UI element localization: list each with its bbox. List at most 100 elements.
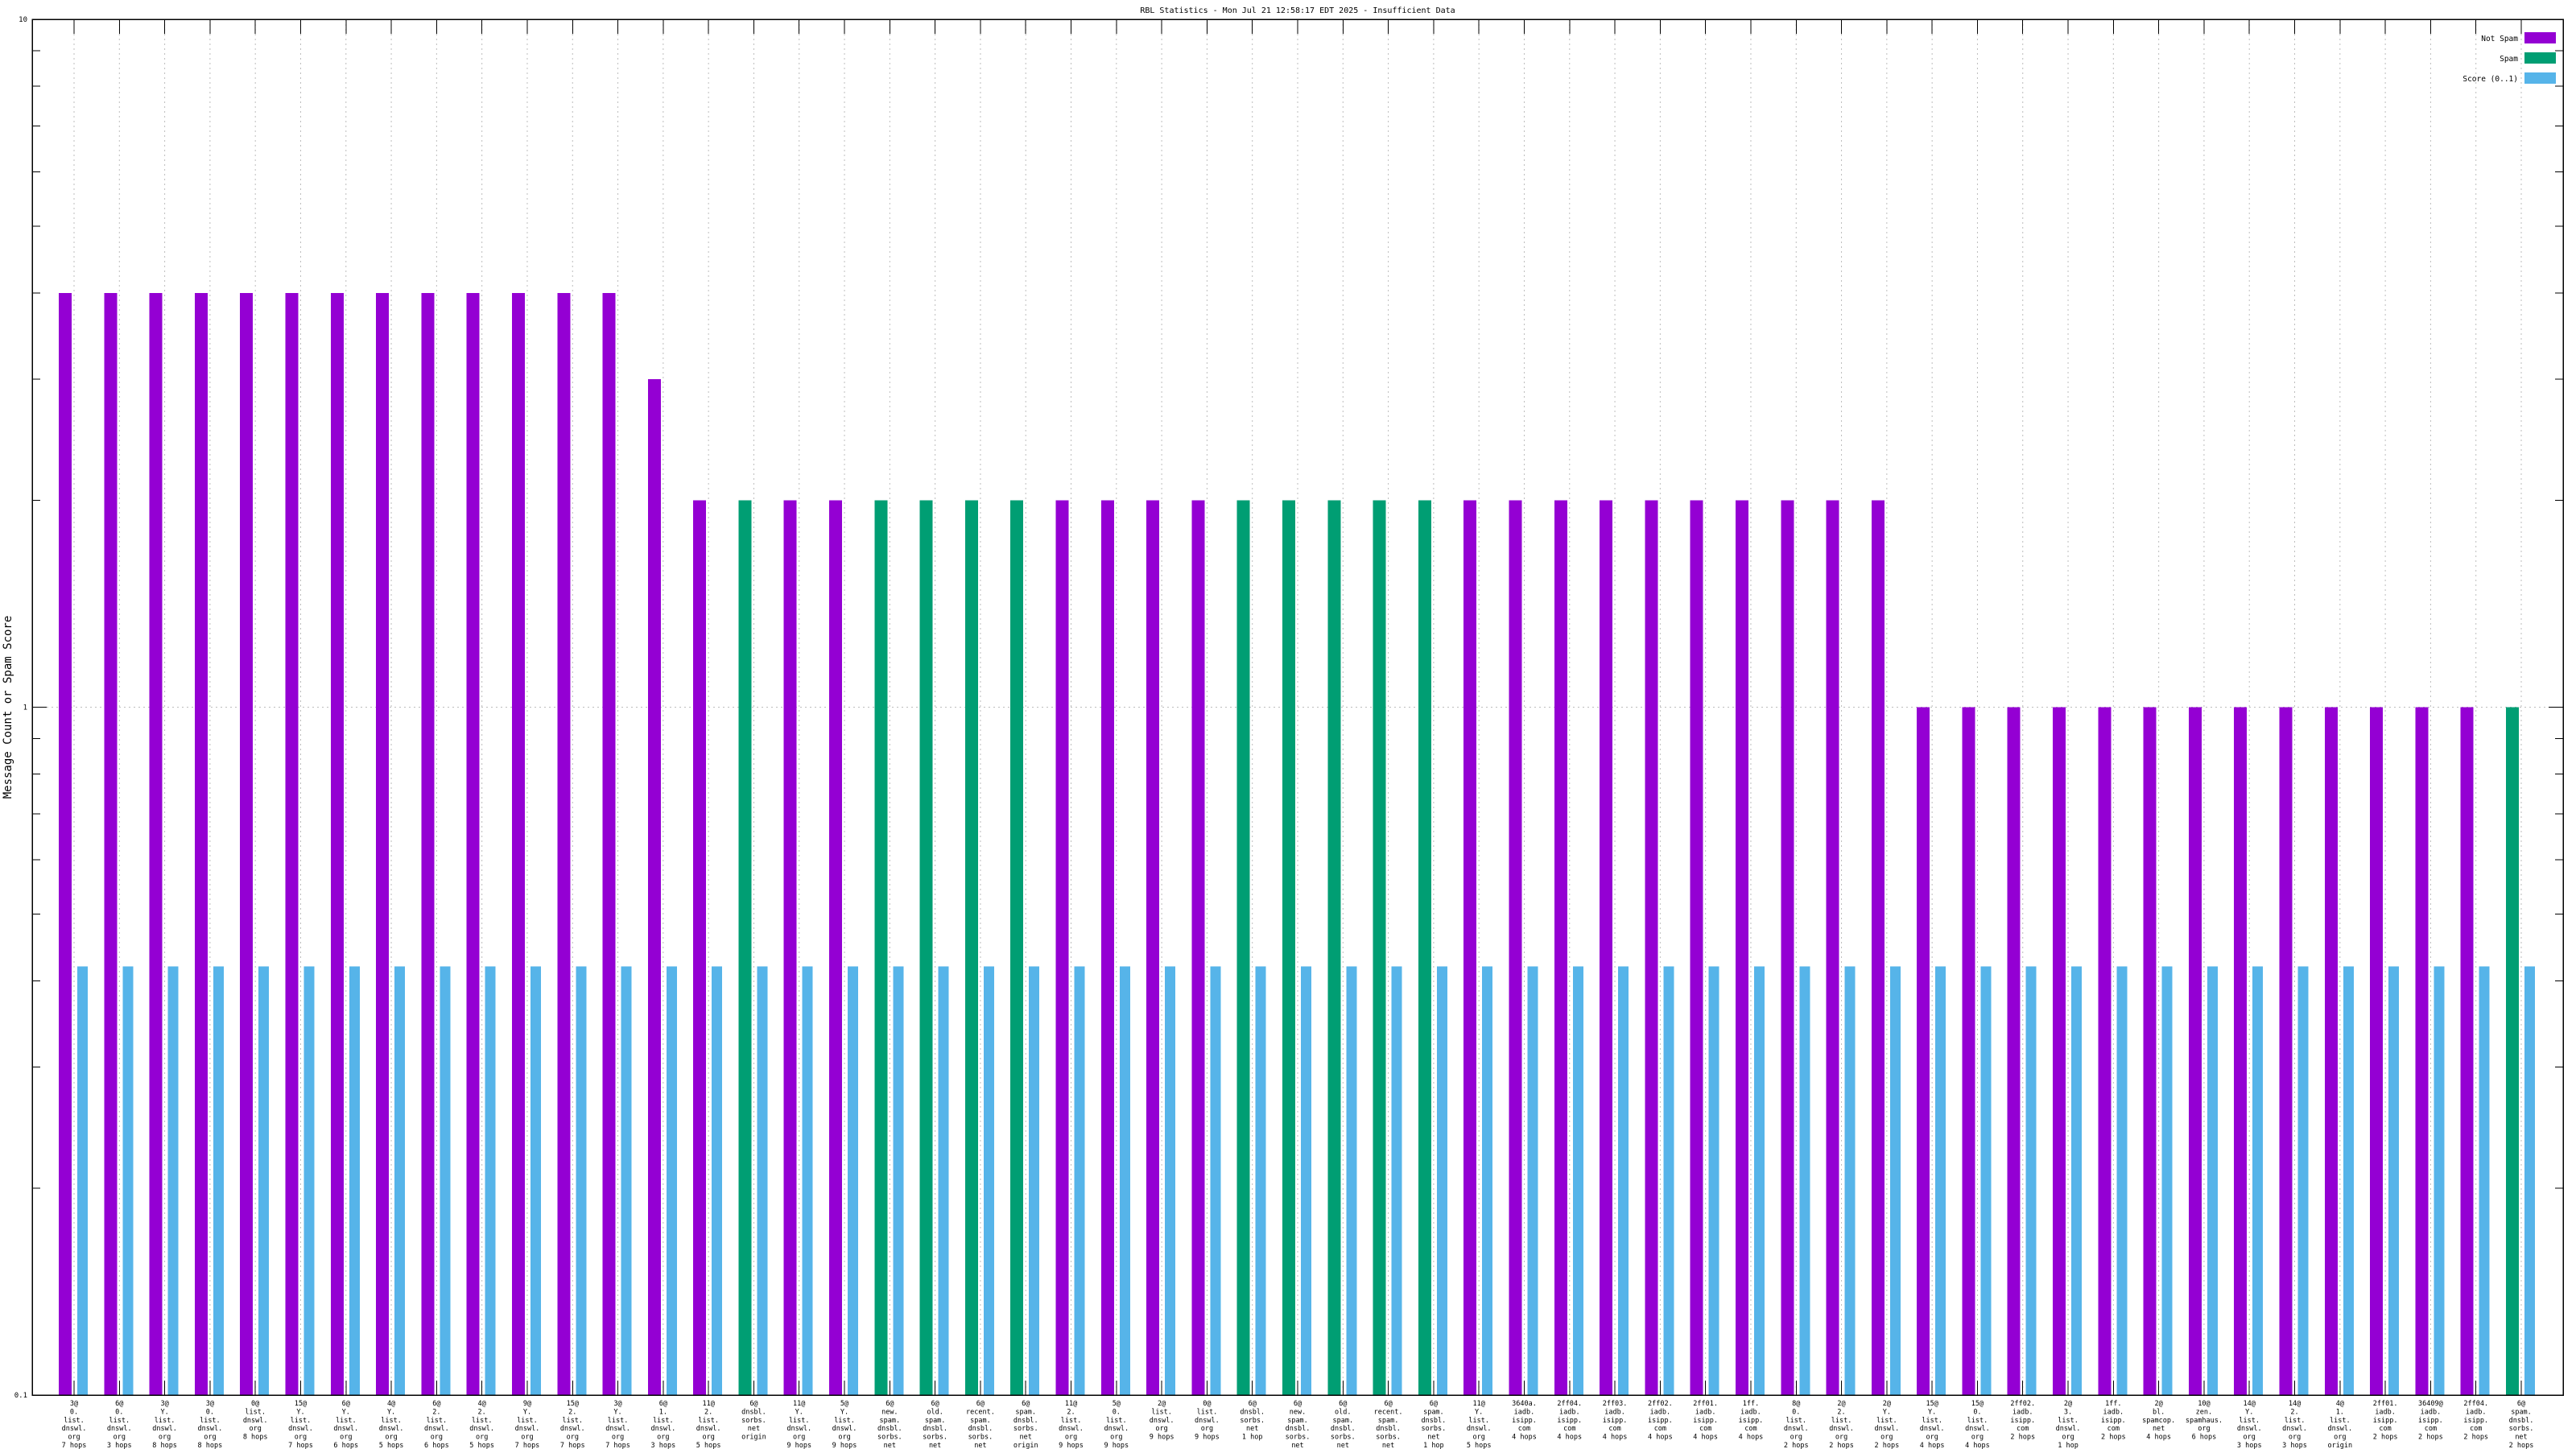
y-tick-label: 0.1 bbox=[14, 1392, 27, 1400]
x-tick-label: list. bbox=[109, 1417, 130, 1425]
x-tick-label: dnswl. bbox=[832, 1425, 857, 1433]
x-tick-label: list. bbox=[1831, 1417, 1852, 1425]
x-tick-label: 6@ bbox=[1249, 1400, 1257, 1408]
x-tick-label: 15@ bbox=[1926, 1400, 1938, 1408]
x-tick-label: 4 hops bbox=[1920, 1442, 1945, 1449]
x-tick-label: com bbox=[2470, 1425, 2482, 1433]
x-tick-label: dnswl. bbox=[288, 1425, 313, 1433]
bar-score bbox=[1120, 966, 1130, 1395]
x-tick-label: 9 hops bbox=[786, 1442, 811, 1449]
x-tick-label: dnswl. bbox=[605, 1425, 630, 1433]
bar-spam bbox=[1327, 500, 1340, 1395]
x-tick-label: iadb. bbox=[2375, 1408, 2396, 1416]
x-tick-label: dnswl. bbox=[1467, 1425, 1492, 1433]
x-tick-label: org bbox=[793, 1434, 805, 1442]
x-tick-label: org bbox=[159, 1434, 171, 1442]
x-tick-label: spam. bbox=[1287, 1417, 1308, 1425]
legend-swatch bbox=[2524, 72, 2556, 84]
x-tick-label: 0. bbox=[206, 1408, 214, 1416]
x-tick-label: 2ff04. bbox=[2463, 1400, 2488, 1408]
x-tick-label: net bbox=[974, 1442, 986, 1449]
x-tick-label: 2 hops bbox=[1874, 1442, 1899, 1449]
x-tick-label: org bbox=[2062, 1434, 2074, 1442]
bar-score bbox=[848, 966, 858, 1395]
x-tick-label: dnswl. bbox=[62, 1425, 87, 1433]
x-tick-label: dnswl. bbox=[424, 1425, 449, 1433]
x-tick-label: iadb. bbox=[1559, 1408, 1580, 1416]
x-tick-label: dnsbl. bbox=[1240, 1408, 1265, 1416]
legend-entry-label: Score (0..1) bbox=[2462, 75, 2518, 84]
bar-score bbox=[621, 966, 632, 1395]
y-tick-label: 10 bbox=[19, 16, 27, 24]
bar-score bbox=[2116, 966, 2127, 1395]
bar-score bbox=[1890, 966, 1901, 1395]
x-tick-label: com bbox=[1608, 1425, 1620, 1433]
x-tick-label: org bbox=[1926, 1434, 1938, 1442]
x-tick-label: com bbox=[2107, 1425, 2120, 1433]
bar-not-spam bbox=[421, 293, 434, 1395]
x-tick-label: dnswl. bbox=[1059, 1425, 1084, 1433]
bar-score bbox=[1663, 966, 1674, 1395]
x-tick-label: list. bbox=[1876, 1417, 1897, 1425]
x-tick-label: Y. bbox=[160, 1408, 168, 1416]
x-tick-label: 1 hop bbox=[1423, 1442, 1444, 1449]
bar-not-spam bbox=[2053, 708, 2066, 1396]
x-tick-label: 3. bbox=[2064, 1408, 2072, 1416]
x-tick-label: net bbox=[1246, 1425, 1258, 1433]
x-tick-label: dnsbl. bbox=[2509, 1417, 2534, 1425]
bar-score bbox=[757, 966, 767, 1395]
x-tick-label: Y. bbox=[795, 1408, 803, 1416]
x-tick-label: 6@ bbox=[2517, 1400, 2525, 1408]
x-tick-label: dnswl. bbox=[1920, 1425, 1945, 1433]
x-tick-label: list. bbox=[517, 1417, 538, 1425]
bar-score bbox=[2343, 966, 2354, 1395]
x-tick-label: sorbs. bbox=[1331, 1434, 1356, 1442]
x-tick-label: org bbox=[702, 1434, 714, 1442]
bar-spam bbox=[738, 500, 751, 1395]
bar-not-spam bbox=[784, 500, 797, 1395]
bar-score bbox=[712, 966, 722, 1395]
bar-not-spam bbox=[2144, 708, 2157, 1396]
legend-entry-label: Not Spam bbox=[2481, 35, 2518, 43]
x-tick-label: org bbox=[2334, 1434, 2346, 1442]
x-tick-label: list. bbox=[1197, 1408, 1218, 1416]
x-tick-label: isipp. bbox=[1739, 1417, 1764, 1425]
x-tick-label: old. bbox=[1335, 1408, 1351, 1416]
x-tick-label: sorbs. bbox=[1240, 1417, 1265, 1425]
x-tick-label: list. bbox=[1785, 1417, 1806, 1425]
x-tick-label: dnsbl. bbox=[923, 1425, 947, 1433]
x-tick-label: origin bbox=[2327, 1442, 2352, 1449]
x-tick-label: list. bbox=[200, 1417, 221, 1425]
x-tick-label: list. bbox=[155, 1417, 175, 1425]
x-tick-label: 4 hops bbox=[1603, 1434, 1628, 1442]
x-tick-label: 3@ bbox=[206, 1400, 214, 1408]
x-tick-label: 2 hops bbox=[2101, 1434, 2126, 1442]
x-tick-label: org bbox=[2198, 1425, 2210, 1433]
x-tick-label: com bbox=[1563, 1425, 1575, 1433]
bar-spam bbox=[1282, 500, 1295, 1395]
x-tick-label: 3 hops bbox=[650, 1442, 675, 1449]
x-tick-label: 3 hops bbox=[2282, 1442, 2307, 1449]
bar-not-spam bbox=[59, 293, 72, 1395]
x-tick-label: 9@ bbox=[523, 1400, 531, 1408]
x-tick-label: 0. bbox=[70, 1408, 78, 1416]
bar-not-spam bbox=[557, 293, 570, 1395]
bar-not-spam bbox=[285, 293, 298, 1395]
bar-score bbox=[1799, 966, 1810, 1395]
bar-not-spam bbox=[2415, 708, 2428, 1396]
bar-score bbox=[303, 966, 314, 1395]
x-tick-label: recent. bbox=[1374, 1408, 1403, 1416]
x-tick-label: isipp. bbox=[2373, 1417, 2398, 1425]
bar-not-spam bbox=[2234, 708, 2247, 1396]
x-tick-label: org bbox=[204, 1434, 216, 1442]
x-tick-label: dnsbl. bbox=[877, 1425, 902, 1433]
bar-not-spam bbox=[1690, 500, 1703, 1395]
x-tick-label: com bbox=[1654, 1425, 1666, 1433]
x-tick-label: Y. bbox=[613, 1408, 621, 1416]
x-tick-label: org bbox=[340, 1434, 352, 1442]
x-tick-label: list. bbox=[834, 1417, 855, 1425]
x-tick-label: 9 hops bbox=[1059, 1442, 1084, 1449]
bar-score bbox=[1709, 966, 1719, 1395]
bar-score bbox=[1935, 966, 1946, 1395]
bar-score bbox=[1980, 966, 1991, 1395]
